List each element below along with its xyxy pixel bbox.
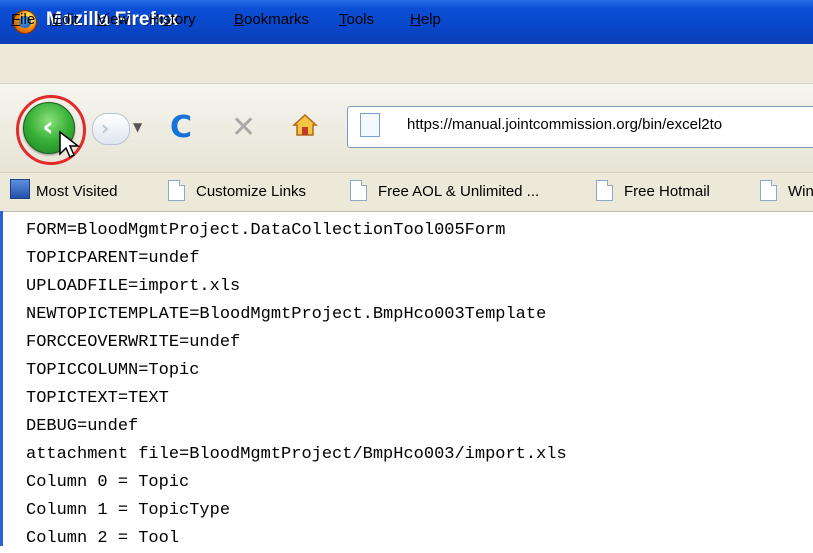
page-icon	[360, 113, 380, 137]
forward-button[interactable]: ›	[92, 113, 130, 145]
menu-history[interactable]: History	[149, 11, 196, 28]
menu-bookmarks[interactable]: Bookmarks	[234, 11, 309, 28]
most-visited-icon	[10, 179, 30, 199]
bookmark-free-aol[interactable]: Free AOL & Unlimited ...	[378, 183, 539, 200]
content-line: Column 2 = Tool	[26, 529, 180, 548]
content-line: TOPICCOLUMN=Topic	[26, 361, 200, 380]
menu-view[interactable]: View	[97, 11, 129, 28]
home-icon[interactable]	[292, 112, 318, 138]
menu-bar	[0, 44, 813, 84]
mouse-cursor-icon	[59, 130, 81, 159]
menu-file[interactable]: File	[11, 11, 35, 28]
content-line: Column 0 = Topic	[26, 473, 190, 492]
content-line: Column 1 = TopicType	[26, 501, 231, 520]
content-line: UPLOADFILE=import.xls	[26, 277, 241, 296]
reload-icon[interactable]: C	[170, 110, 192, 145]
bookmark-windows[interactable]: Win	[788, 183, 813, 200]
menu-edit[interactable]: Edit	[52, 11, 78, 28]
stop-icon[interactable]: ✕	[231, 110, 256, 145]
forward-arrow-icon: ›	[101, 116, 110, 140]
page-content: FORM=BloodMgmtProject.DataCollectionTool…	[26, 217, 567, 553]
bookmark-page-icon	[350, 180, 367, 201]
history-dropdown-icon[interactable]: ▼	[133, 120, 142, 134]
content-line: FORCCEOVERWRITE=undef	[26, 333, 241, 352]
bookmark-page-icon	[168, 180, 185, 201]
content-line: attachment file=BloodMgmtProject/BmpHco0…	[26, 445, 567, 464]
bookmark-customize-links[interactable]: Customize Links	[196, 183, 306, 200]
menu-tools[interactable]: Tools	[339, 11, 374, 28]
window-border	[0, 211, 3, 546]
bookmark-most-visited[interactable]: Most Visited	[36, 183, 117, 200]
content-line: TOPICTEXT=TEXT	[26, 389, 169, 408]
bookmark-page-icon	[596, 180, 613, 201]
content-line: TOPICPARENT=undef	[26, 249, 200, 268]
bookmark-page-icon	[760, 180, 777, 201]
content-line: FORM=BloodMgmtProject.DataCollectionTool…	[26, 221, 506, 240]
content-line: DEBUG=undef	[26, 417, 139, 436]
menu-help[interactable]: Help	[410, 11, 441, 28]
url-text[interactable]: https://manual.jointcommission.org/bin/e…	[407, 116, 722, 133]
content-line: NEWTOPICTEMPLATE=BloodMgmtProject.BmpHco…	[26, 305, 547, 324]
bookmark-free-hotmail[interactable]: Free Hotmail	[624, 183, 710, 200]
